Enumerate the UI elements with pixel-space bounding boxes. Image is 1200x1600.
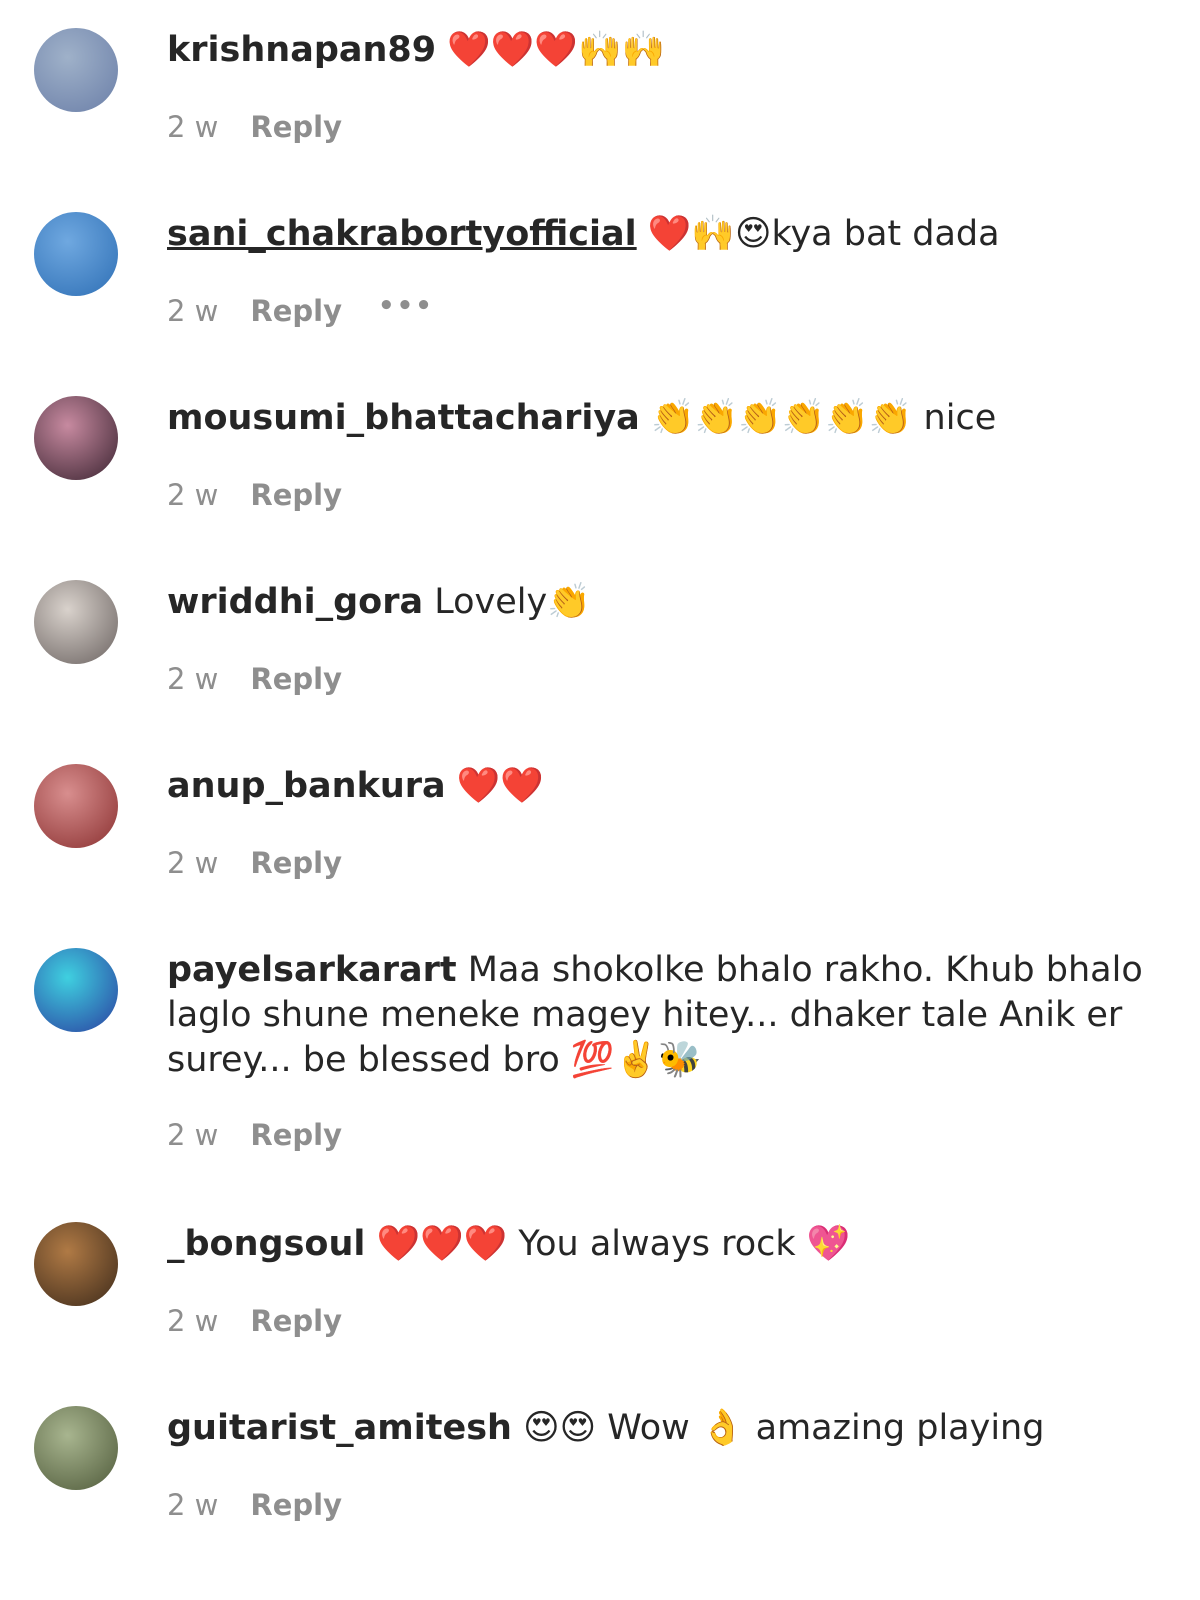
reply-button[interactable]: Reply (250, 110, 342, 144)
comment-meta: 2 w Reply (167, 1118, 342, 1152)
avatar[interactable] (34, 948, 118, 1032)
comment-text: 👏👏👏👏👏👏 nice (650, 398, 997, 438)
comment-meta: 2 w Reply (167, 846, 342, 880)
comment-username[interactable]: krishnapan89 (167, 30, 436, 70)
comment-text: 😍😍 Wow 👌 amazing playing (523, 1408, 1045, 1448)
comment-time: 2 w (167, 478, 219, 512)
comment-time: 2 w (167, 846, 219, 880)
comment-text: ❤️❤️❤️🙌🙌 (447, 30, 666, 70)
reply-button[interactable]: Reply (250, 478, 342, 512)
comment-meta: 2 w Reply (167, 478, 342, 512)
avatar[interactable] (34, 396, 118, 480)
avatar[interactable] (34, 1222, 118, 1306)
comment-meta: 2 w Reply (167, 662, 342, 696)
comment-username[interactable]: guitarist_amitesh (167, 1408, 512, 1448)
comment-time: 2 w (167, 294, 219, 328)
reply-button[interactable]: Reply (250, 294, 342, 328)
comment-username[interactable]: anup_bankura (167, 766, 446, 806)
comment-meta: 2 w Reply (167, 1304, 342, 1338)
comment-username[interactable]: sani_chakrabortyofficial (167, 214, 637, 254)
comment-text: ❤️🙌😍kya bat dada (647, 214, 1000, 254)
comment-text: ❤️❤️ (456, 766, 544, 806)
avatar[interactable] (34, 764, 118, 848)
reply-button[interactable]: Reply (250, 662, 342, 696)
avatar[interactable] (34, 580, 118, 664)
comment-meta: 2 w Reply (167, 1488, 342, 1522)
comments-list: krishnapan89 ❤️❤️❤️🙌🙌 2 w Reply sani_cha… (0, 0, 1200, 1600)
avatar[interactable] (34, 1406, 118, 1490)
reply-button[interactable]: Reply (250, 1488, 342, 1522)
comment-username[interactable]: payelsarkarart (167, 950, 457, 990)
comment-meta: 2 w Reply (167, 110, 342, 144)
comment-meta: 2 w Reply ••• (167, 291, 434, 328)
comment-username[interactable]: wriddhi_gora (167, 582, 423, 622)
comment-text: Lovely👏 (434, 582, 591, 622)
comment-time: 2 w (167, 110, 219, 144)
comment-time: 2 w (167, 1304, 219, 1338)
comment-time: 2 w (167, 1118, 219, 1152)
avatar[interactable] (34, 28, 118, 112)
reply-button[interactable]: Reply (250, 846, 342, 880)
comment-username[interactable]: _bongsoul (167, 1224, 365, 1264)
comment-time: 2 w (167, 662, 219, 696)
reply-button[interactable]: Reply (250, 1304, 342, 1338)
avatar[interactable] (34, 212, 118, 296)
more-options-icon[interactable]: ••• (378, 291, 434, 321)
comment-time: 2 w (167, 1488, 219, 1522)
comment-text: ❤️❤️❤️ You always rock 💖 (376, 1224, 851, 1264)
reply-button[interactable]: Reply (250, 1118, 342, 1152)
comment-username[interactable]: mousumi_bhattachariya (167, 398, 640, 438)
